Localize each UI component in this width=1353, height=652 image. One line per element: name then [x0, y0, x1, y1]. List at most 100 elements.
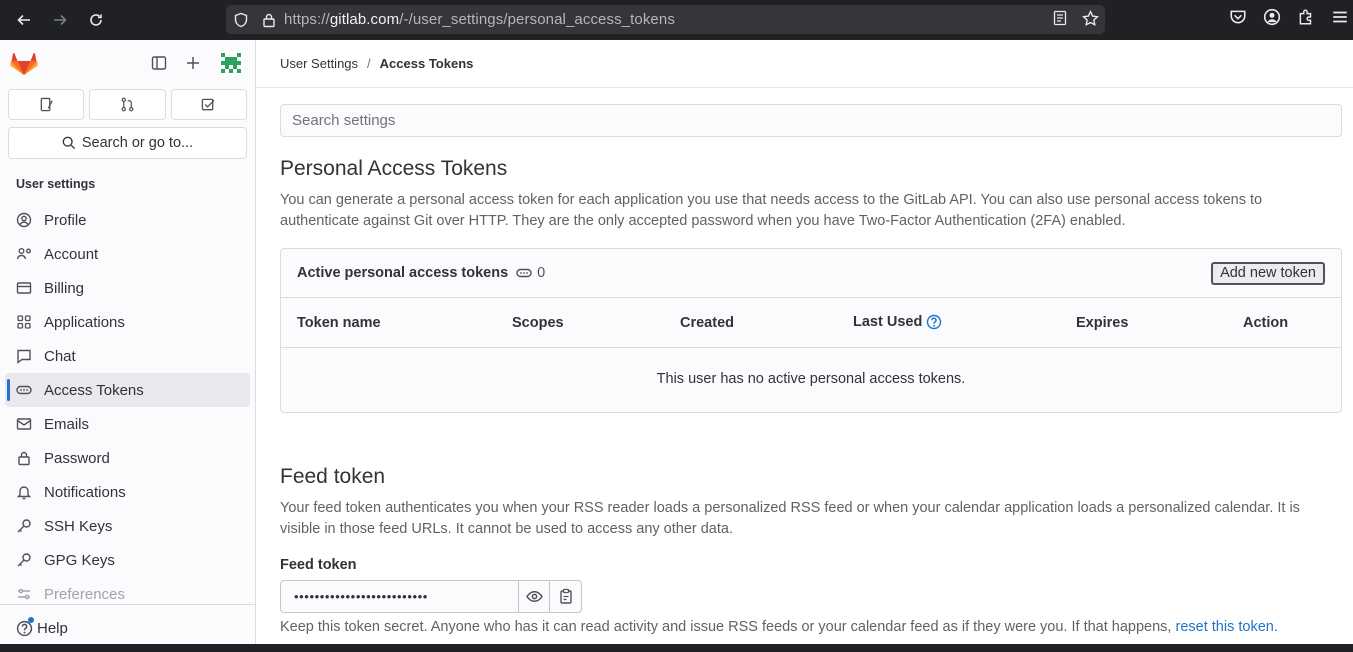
- key-icon: [16, 518, 34, 534]
- account-circle-icon[interactable]: [1263, 8, 1281, 26]
- column-header: Scopes: [512, 315, 564, 331]
- issues-icon: [40, 97, 53, 112]
- search-label: Search or go to...: [81, 135, 194, 151]
- issues-button[interactable]: [8, 89, 85, 120]
- sidebar-item-password[interactable]: Password: [5, 441, 250, 475]
- token-count-value: 0: [537, 265, 546, 281]
- empty-state-message: This user has no active personal access …: [656, 371, 966, 387]
- feed-token-help: Keep this token secret. Anyone who has i…: [280, 619, 1278, 635]
- column-header: Action: [1243, 315, 1289, 331]
- address-bar[interactable]: https://gitlab.com/-/user_settings/perso…: [226, 5, 1105, 34]
- breadcrumb-current[interactable]: Access Tokens: [380, 56, 474, 71]
- tokens-table-header: Token name Scopes Created Last Used Expi…: [281, 298, 1341, 348]
- add-new-token-button[interactable]: Add new token: [1211, 261, 1325, 285]
- sidebar-item-label: Preferences: [44, 585, 125, 603]
- reveal-token-button[interactable]: [519, 581, 551, 612]
- pat-description: You can generate a personal access token…: [280, 192, 1263, 229]
- feed-token-value[interactable]: ••••••••••••••••••••••••••: [281, 581, 520, 612]
- sidebar-toggle-icon[interactable]: [151, 55, 167, 71]
- main-content: User Settings / Access Tokens Search set…: [256, 40, 1353, 652]
- key-icon: [16, 552, 34, 568]
- notification-dot: [28, 617, 34, 623]
- browser-toolbar: https://gitlab.com/-/user_settings/perso…: [0, 0, 1353, 40]
- billing-icon: [16, 280, 34, 296]
- sidebar-item-label: Emails: [44, 415, 90, 433]
- sidebar-item-emails[interactable]: Emails: [5, 407, 250, 441]
- back-button[interactable]: [6, 2, 42, 38]
- sidebar-item-billing[interactable]: Billing: [5, 271, 250, 305]
- hamburger-menu-icon[interactable]: [1331, 8, 1349, 26]
- bookmark-star-icon[interactable]: [1082, 10, 1099, 27]
- sidebar-item-gpg-keys[interactable]: GPG Keys: [5, 543, 250, 577]
- bell-icon: [16, 484, 34, 500]
- sidebar-item-label: Billing: [44, 279, 85, 297]
- reader-view-icon[interactable]: [1052, 10, 1068, 26]
- card-title: Active personal access tokens: [297, 265, 509, 281]
- arrow-right-icon: [54, 14, 67, 26]
- eye-icon: [526, 590, 543, 603]
- question-circle-icon[interactable]: [926, 314, 942, 330]
- lock-icon: [16, 450, 34, 466]
- feed-help-text: Keep this token secret. Anyone who has i…: [280, 619, 1176, 635]
- breadcrumb: User Settings / Access Tokens: [256, 40, 1353, 88]
- reset-token-link[interactable]: reset this token.: [1176, 619, 1278, 635]
- sidebar-item-label: GPG Keys: [44, 551, 115, 569]
- feed-token-field: ••••••••••••••••••••••••••: [280, 580, 582, 613]
- feed-description: Your feed token authenticates you when y…: [280, 500, 1300, 537]
- sidebar-item-chat[interactable]: Chat: [5, 339, 250, 373]
- sidebar-item-notifications[interactable]: Notifications: [5, 475, 250, 509]
- feed-token-label: Feed token: [280, 557, 357, 573]
- chat-icon: [16, 348, 34, 364]
- sidebar-item-ssh-keys[interactable]: SSH Keys: [5, 509, 250, 543]
- left-sidebar: Search or go to... User settings Profile…: [0, 40, 256, 652]
- applications-icon: [16, 314, 34, 330]
- card-header: Active personal access tokens 0 Add new …: [281, 249, 1341, 298]
- column-header: Created: [680, 315, 734, 331]
- feed-token-title: Feed token: [280, 465, 386, 488]
- reload-button[interactable]: [78, 2, 114, 38]
- arrow-left-icon: [17, 14, 30, 26]
- avatar[interactable]: [219, 51, 243, 75]
- sidebar-item-account[interactable]: Account: [5, 237, 250, 271]
- todo-check-icon: [202, 98, 215, 111]
- sidebar-item-label: Password: [44, 449, 110, 467]
- todo-button[interactable]: [170, 89, 247, 120]
- sidebar-item-label: SSH Keys: [44, 517, 113, 535]
- plus-icon[interactable]: [185, 55, 201, 71]
- reload-icon: [90, 14, 102, 26]
- search-icon: [62, 136, 76, 150]
- copy-token-button[interactable]: [550, 581, 581, 612]
- pocket-icon[interactable]: [1229, 8, 1247, 26]
- gitlab-logo-icon[interactable]: [10, 50, 38, 76]
- sidebar-item-applications[interactable]: Applications: [5, 305, 250, 339]
- forward-button[interactable]: [42, 2, 78, 38]
- help-label: Help: [37, 620, 68, 637]
- breadcrumb-separator: /: [367, 56, 371, 71]
- search-or-go-to-button[interactable]: Search or go to...: [8, 127, 247, 159]
- extensions-icon[interactable]: [1297, 8, 1315, 26]
- sidebar-item-label: Access Tokens: [44, 381, 144, 399]
- merge-request-icon: [121, 97, 134, 112]
- sidebar-item-access-tokens[interactable]: Access Tokens: [5, 373, 250, 407]
- search-settings-input[interactable]: Search settings: [280, 104, 1342, 137]
- column-header-last-used: Last Used: [853, 314, 942, 330]
- column-header: Expires: [1076, 315, 1129, 331]
- clipboard-icon: [559, 588, 572, 604]
- sidebar-item-label: Account: [44, 245, 99, 263]
- token-count: 0: [516, 265, 545, 281]
- account-icon: [16, 246, 34, 262]
- merge-requests-button[interactable]: [89, 89, 166, 120]
- column-header-label: Last Used: [853, 314, 923, 330]
- breadcrumb-user-settings[interactable]: User Settings: [280, 56, 358, 71]
- bottom-strip: [0, 644, 1353, 652]
- preferences-icon: [16, 586, 34, 602]
- sidebar-item-label: Notifications: [44, 483, 126, 501]
- mail-icon: [16, 416, 34, 432]
- sidebar-item-label: Chat: [44, 347, 76, 365]
- sidebar-item-profile[interactable]: Profile: [5, 203, 250, 237]
- column-header: Token name: [297, 315, 381, 331]
- token-icon: [16, 382, 34, 398]
- sidebar-section-title: User settings: [16, 177, 96, 191]
- sidebar-item-label: Applications: [44, 313, 125, 331]
- profile-icon: [16, 212, 34, 228]
